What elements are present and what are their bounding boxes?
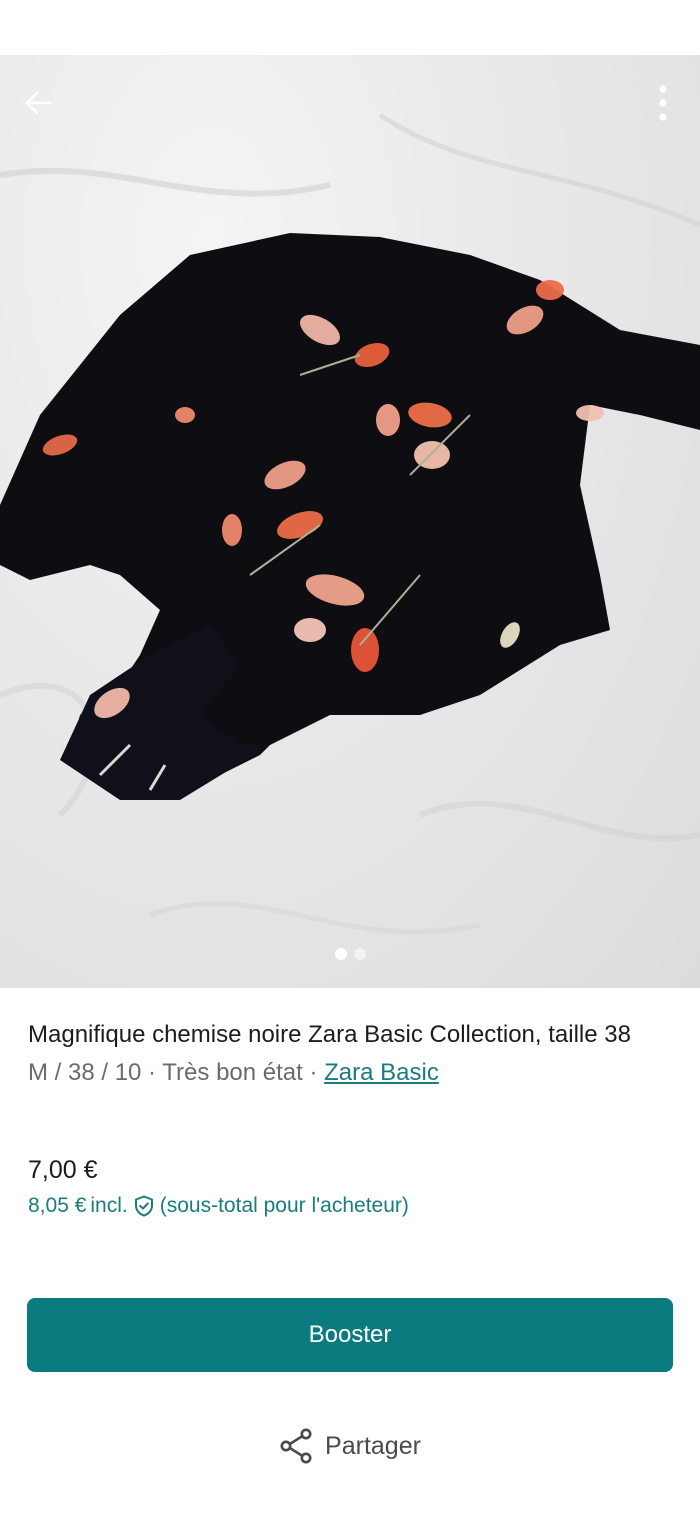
buyer-price-incl-label: incl. [90, 1194, 128, 1217]
shield-check-icon [132, 1194, 156, 1218]
pagination-dot[interactable] [353, 948, 366, 960]
item-size-condition: M / 38 / 10 · Très bon état · [28, 1059, 325, 1086]
share-icon [280, 1428, 312, 1464]
booster-button[interactable]: Booster [27, 1298, 673, 1372]
item-info: Magnifique chemise noire Zara Basic Coll… [28, 1016, 668, 1091]
item-price: 7,00 € [28, 1156, 98, 1184]
buyer-price-note: (sous-total pour l'acheteur) [159, 1194, 409, 1217]
back-button[interactable] [18, 83, 58, 123]
blouse-photo-illustration [0, 112, 700, 935]
brand-link[interactable]: Zara Basic [324, 1059, 439, 1086]
more-vertical-icon [659, 85, 667, 121]
share-label: Partager [325, 1431, 421, 1460]
item-photo[interactable] [0, 55, 700, 988]
more-options-button[interactable] [648, 81, 678, 125]
buyer-price-amount: 8,05 € [28, 1194, 87, 1217]
item-meta: M / 38 / 10 · Très bon état · Zara Basic [28, 1055, 668, 1091]
item-title: Magnifique chemise noire Zara Basic Coll… [28, 1021, 631, 1048]
buyer-price-line[interactable]: 8,05 € incl. (sous-total pour l'acheteur… [28, 1194, 409, 1218]
pagination-dot-active[interactable] [334, 948, 347, 960]
share-button[interactable]: Partager [0, 1428, 700, 1464]
gallery-pagination [0, 948, 700, 960]
arrow-left-icon [25, 91, 52, 115]
